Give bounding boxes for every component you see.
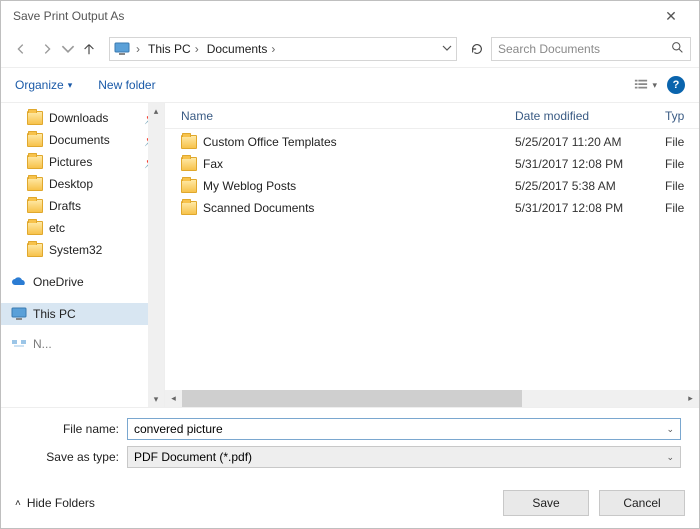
folder-icon	[27, 199, 43, 213]
scroll-down-icon[interactable]: ▾	[154, 391, 159, 407]
hide-folders-button[interactable]: ˄ Hide Folders	[15, 496, 95, 510]
filename-input[interactable]	[134, 422, 666, 436]
save-button[interactable]: Save	[503, 490, 589, 516]
col-name[interactable]: Name	[181, 109, 515, 123]
sidebar-item-documents[interactable]: Documents📌	[1, 129, 164, 151]
sidebar-item-desktop[interactable]: Desktop	[1, 173, 164, 195]
breadcrumb-documents[interactable]: Documents›	[205, 42, 278, 56]
sidebar-item-thispc[interactable]: This PC	[1, 303, 164, 325]
new-folder-button[interactable]: New folder	[98, 78, 155, 92]
scroll-right-icon[interactable]: ▸	[682, 393, 699, 404]
chevron-down-icon[interactable]: ⌄	[666, 452, 674, 463]
titlebar: Save Print Output As ✕	[1, 1, 699, 31]
chevron-down-icon[interactable]: ⌄	[666, 424, 674, 435]
close-icon[interactable]: ✕	[651, 8, 691, 25]
savetype-field[interactable]: PDF Document (*.pdf) ⌄	[127, 446, 681, 468]
sidebar-item-etc[interactable]: etc	[1, 217, 164, 239]
savetype-label: Save as type:	[19, 450, 119, 464]
breadcrumb-chevron[interactable]: ›	[134, 42, 142, 56]
organize-button[interactable]: Organize▾	[15, 78, 72, 92]
save-as-dialog: Save Print Output As ✕ › This PC› Docume…	[0, 0, 700, 529]
savetype-value: PDF Document (*.pdf)	[134, 450, 666, 464]
scroll-left-icon[interactable]: ◂	[165, 393, 182, 404]
sidebar-item-pictures[interactable]: Pictures📌	[1, 151, 164, 173]
folder-icon	[181, 201, 197, 215]
list-item[interactable]: Fax5/31/2017 12:08 PMFile	[165, 153, 699, 175]
window-title: Save Print Output As	[9, 9, 651, 23]
help-icon[interactable]: ?	[667, 76, 685, 94]
scroll-up-icon[interactable]: ▴	[154, 103, 159, 119]
onedrive-icon	[11, 276, 27, 288]
search-icon[interactable]	[671, 41, 684, 57]
form-area: File name: ⌄ Save as type: PDF Document …	[1, 407, 699, 482]
list-item[interactable]: My Weblog Posts5/25/2017 5:38 AMFile	[165, 175, 699, 197]
network-icon	[11, 338, 27, 350]
sidebar-item-network[interactable]: N...	[1, 333, 164, 355]
filename-field[interactable]: ⌄	[127, 418, 681, 440]
folder-icon	[181, 157, 197, 171]
forward-button[interactable]	[35, 37, 59, 61]
file-list-pane: Name Date modified Typ Custom Office Tem…	[165, 103, 699, 407]
back-button[interactable]	[9, 37, 33, 61]
folder-icon	[181, 179, 197, 193]
search-box[interactable]	[491, 37, 691, 61]
folder-icon	[27, 155, 43, 169]
list-item[interactable]: Custom Office Templates5/25/2017 11:20 A…	[165, 131, 699, 153]
col-type[interactable]: Typ	[665, 109, 699, 123]
footer: ˄ Hide Folders Save Cancel	[1, 482, 699, 528]
up-button[interactable]	[77, 37, 101, 61]
sidebar-scrollbar[interactable]: ▴ ▾	[148, 103, 164, 407]
toolbar: Organize▾ New folder ▾ ?	[1, 67, 699, 103]
chevron-up-icon: ˄	[15, 498, 21, 509]
sidebar-item-onedrive[interactable]: OneDrive	[1, 271, 164, 293]
sidebar-item-system32[interactable]: System32	[1, 239, 164, 261]
list-item[interactable]: Scanned Documents5/31/2017 12:08 PMFile	[165, 197, 699, 219]
address-bar[interactable]: › This PC› Documents›	[109, 37, 457, 61]
folder-icon	[27, 177, 43, 191]
folder-icon	[181, 135, 197, 149]
search-input[interactable]	[498, 42, 671, 56]
breadcrumb-this-pc[interactable]: This PC›	[146, 42, 201, 56]
refresh-button[interactable]	[465, 37, 489, 61]
folder-icon	[27, 221, 43, 235]
pc-icon	[11, 307, 27, 321]
pc-icon	[114, 41, 130, 57]
horizontal-scrollbar[interactable]: ◂ ▸	[165, 390, 699, 407]
recent-dropdown[interactable]	[61, 37, 75, 61]
folder-icon	[27, 133, 43, 147]
nav-row: › This PC› Documents›	[1, 31, 699, 67]
sidebar-item-drafts[interactable]: Drafts	[1, 195, 164, 217]
address-dropdown-icon[interactable]	[442, 42, 452, 56]
filename-label: File name:	[19, 422, 119, 436]
sidebar-item-downloads[interactable]: Downloads📌	[1, 107, 164, 129]
col-date[interactable]: Date modified	[515, 109, 665, 123]
column-headers[interactable]: Name Date modified Typ	[165, 103, 699, 129]
folder-icon	[27, 243, 43, 257]
sidebar: Downloads📌 Documents📌 Pictures📌 Desktop …	[1, 103, 165, 407]
cancel-button[interactable]: Cancel	[599, 490, 685, 516]
folder-icon	[27, 111, 43, 125]
view-button[interactable]: ▾	[633, 78, 657, 92]
